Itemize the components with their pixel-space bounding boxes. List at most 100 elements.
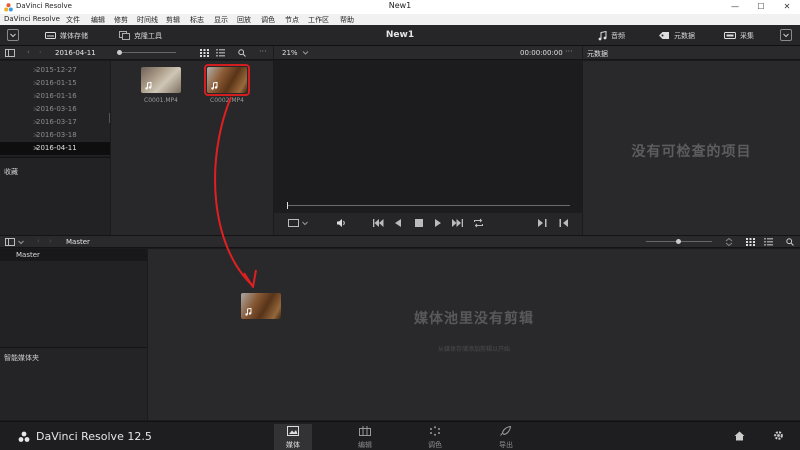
close-button[interactable]: ✕ [774,0,800,14]
chevron-right-icon: > [33,93,39,100]
zoom-level[interactable]: 21% [282,49,298,57]
chevron-down-icon[interactable] [302,50,309,56]
menu-trim[interactable]: 修剪 [114,15,128,25]
capture-button[interactable]: 采集 [724,29,754,42]
stop-icon[interactable] [415,219,423,227]
minimize-button[interactable]: — [722,0,748,14]
slider-handle[interactable] [117,50,122,55]
scrollbar[interactable] [109,113,110,123]
edit-page-icon [359,426,371,436]
tab-color[interactable]: 调色 [416,424,454,450]
jump-to-start-icon[interactable] [373,219,384,227]
search-icon[interactable] [238,49,246,57]
thumbnail-size-slider[interactable] [118,52,176,53]
folder-label: 2015-12-27 [36,66,77,74]
more-options-icon[interactable]: ··· [259,47,267,56]
grid-view-icon[interactable] [200,49,209,57]
slider-handle[interactable] [676,239,681,244]
media-pool-empty-hint: 从媒体存储添加剪辑以开始 [437,346,510,353]
menu-clip[interactable]: 剪辑 [166,15,180,25]
rocket-icon [500,426,512,436]
smart-bins-label: 智能媒体夹 [4,354,39,362]
list-view-icon[interactable] [216,49,225,57]
chevron-down-icon [783,33,789,38]
tab-label: 媒体 [286,441,300,449]
next-edit-icon[interactable] [538,219,547,227]
playhead-scrubber[interactable] [287,205,570,206]
metadata-button[interactable]: 元数据 [658,29,695,42]
previous-edit-icon[interactable] [559,219,568,227]
audio-button[interactable]: 音频 [598,29,625,42]
home-icon[interactable] [734,431,745,441]
bin-item-master[interactable]: Master [0,249,147,261]
tab-media[interactable]: 媒体 [274,424,312,450]
top-toolbar: 媒体存储 克隆工具 New1 音频 元数据 采集 [0,25,800,46]
panel-menu-button[interactable] [780,29,792,41]
bin-path-label: Master [66,238,90,246]
settings-gear-icon[interactable] [773,430,784,441]
menu-bar: DaVinci Resolve 文件 编辑 修剪 时间线 剪辑 标志 显示 回放… [0,14,800,25]
grid-view-icon[interactable] [746,238,755,246]
menu-edit[interactable]: 编辑 [91,15,105,25]
media-storage-header: ‹ › 2016-04-11 ··· [0,46,273,60]
sidebar-toggle-icon[interactable] [5,238,15,246]
menu-mark[interactable]: 标志 [190,15,204,25]
search-icon[interactable] [786,238,794,246]
folder-item[interactable]: >2016-03-18 [0,129,110,142]
color-page-icon [430,426,440,436]
dragged-clip-thumbnail[interactable] [241,293,281,319]
menu-nodes[interactable]: 节点 [285,15,299,25]
chevron-down-icon[interactable] [302,221,308,226]
back-arrow-icon[interactable]: ‹ [27,48,30,56]
jump-to-end-icon[interactable] [452,219,463,227]
smart-bins-pane: 智能媒体夹 [0,347,147,420]
volume-icon[interactable] [336,218,347,228]
menu-workspace[interactable]: 工作区 [308,15,329,25]
sort-icon[interactable] [725,238,733,246]
folder-item[interactable]: >2016-01-16 [0,90,110,103]
folder-item[interactable]: >2015-12-27 [0,64,110,77]
menu-help[interactable]: 帮助 [340,15,354,25]
menu-timeline[interactable]: 时间线 [137,15,158,25]
brand-label: DaVinci Resolve 12.5 [36,430,152,443]
monitor-icon[interactable] [288,219,299,227]
clip-thumbnail-selected[interactable] [207,67,247,93]
menu-file[interactable]: 文件 [66,15,80,25]
favorites-pane: 收藏 [0,157,110,236]
media-pool: 媒体池里没有剪辑 从媒体存储添加剪辑以开始 [148,249,800,420]
more-options-icon[interactable]: ··· [565,47,573,56]
metadata-label: 元数据 [674,31,695,40]
list-view-icon[interactable] [764,238,773,246]
clip-name: C0001.MP4 [144,97,178,104]
davinci-logo-icon [18,431,30,442]
menu-playback[interactable]: 回放 [237,15,251,25]
folder-item[interactable]: >2016-01-15 [0,77,110,90]
folder-label: 2016-03-16 [36,105,77,113]
forward-arrow-icon[interactable]: › [39,48,42,56]
play-icon[interactable] [435,219,441,227]
folder-label: 2016-01-15 [36,79,77,87]
playhead-marker[interactable] [287,202,288,209]
loop-icon[interactable] [473,218,484,228]
chevron-down-icon[interactable] [18,240,24,245]
maximize-button[interactable]: ☐ [748,0,774,14]
storage-folder-tree: >2015-12-27 >2016-01-15 >2016-01-16 >201… [0,61,110,156]
tag-icon [659,32,669,39]
folder-item[interactable]: >2016-03-17 [0,116,110,129]
tab-edit[interactable]: 编辑 [346,424,384,450]
folder-item-selected[interactable]: >2016-04-11 [0,142,110,155]
back-arrow-icon[interactable]: ‹ [37,237,40,245]
menu-app-name[interactable]: DaVinci Resolve [4,15,60,23]
menu-view[interactable]: 显示 [214,15,228,25]
tab-label: 导出 [499,441,513,449]
folder-item[interactable]: >2016-03-16 [0,103,110,116]
tab-deliver[interactable]: 导出 [487,424,525,450]
music-note-icon [245,308,252,316]
forward-arrow-icon[interactable]: › [49,237,52,245]
sidebar-toggle-icon[interactable] [5,49,15,57]
davinci-resolve-window: DaVinci Resolve New1 — ☐ ✕ DaVinci Resol… [0,0,800,450]
menu-color[interactable]: 调色 [261,15,275,25]
play-reverse-icon[interactable] [395,219,401,227]
clip-thumbnail[interactable] [141,67,181,93]
metadata-panel: 没有可检查的项目 [583,61,800,236]
